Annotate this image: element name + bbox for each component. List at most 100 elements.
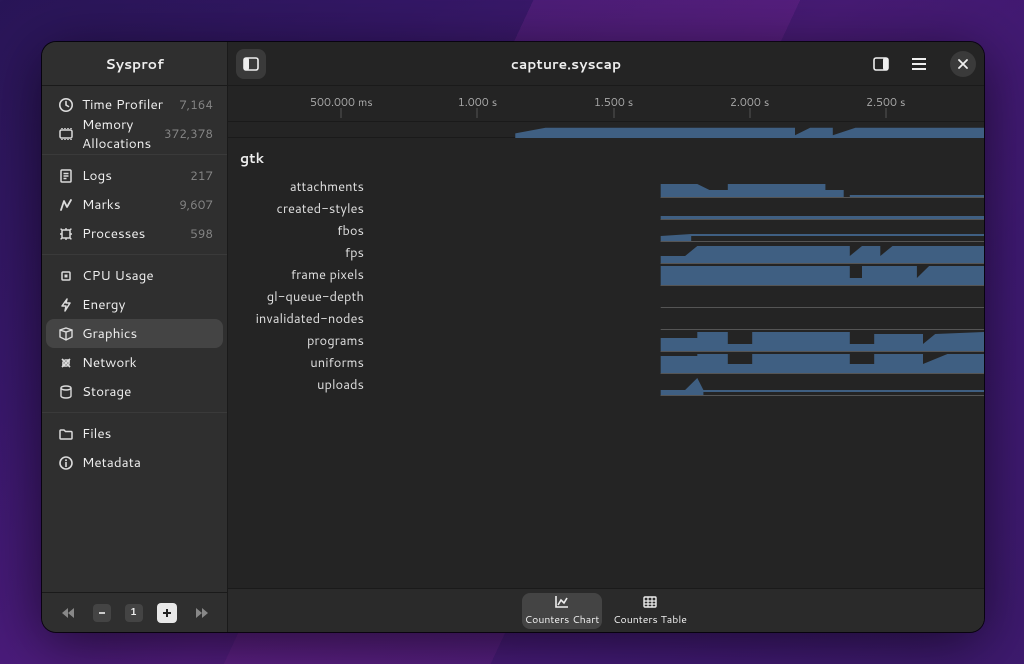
sidebar-item-label: Time Profiler [82,95,179,114]
cpu-icon [56,268,76,284]
graphics-icon [56,326,76,342]
logs-icon [56,168,76,184]
counter-row[interactable]: invalidated-nodes [228,308,984,330]
sidebar-item-memory-allocations[interactable]: Memory Allocations372,378 [46,119,223,148]
view-counters-chart[interactable]: Counters Chart [522,593,602,629]
sidebar-nav: Time Profiler7,164 Memory Allocations372,… [42,86,227,592]
meta-icon [56,455,76,471]
app-window: Sysprof Time Profiler7,164 Memory Allocat… [42,42,984,632]
chart-icon [554,594,570,613]
ruler-tick-mark [477,108,478,118]
ruler-tick-mark [613,108,614,118]
sidebar-item-label: Storage [82,382,213,401]
secondary-panel-button[interactable] [866,49,896,79]
counter-label: created-styles [228,200,374,218]
sidebar-item-network[interactable]: Network [46,348,223,377]
zoom-in-button[interactable] [157,603,177,623]
document-title: capture.syscap [266,54,866,74]
counter-row[interactable]: fbos [228,220,984,242]
sidebar-item-processes[interactable]: Processes598 [46,219,223,248]
ruler-tick-mark [749,108,750,118]
table-icon [642,594,658,613]
sidebar-item-count: 598 [190,225,213,242]
ruler-tick-mark [885,108,886,118]
storage-icon [56,384,76,400]
sidebar-item-energy[interactable]: Energy [46,290,223,319]
clock-icon [56,97,76,113]
sidebar-item-label: Logs [82,166,190,185]
sidebar-item-files[interactable]: Files [46,419,223,448]
sidebar-item-marks[interactable]: Marks9,607 [46,190,223,219]
zoom-reset-button[interactable]: 1 [125,604,143,622]
counter-label: uniforms [228,354,374,372]
counter-row[interactable]: programs [228,330,984,352]
memory-icon [56,126,76,142]
toggle-sidebar-button[interactable] [236,49,266,79]
files-icon [56,426,76,442]
sidebar: Sysprof Time Profiler7,164 Memory Allocat… [42,42,228,632]
sidebar-item-label: Graphics [82,324,213,343]
seek-forward-fast-button[interactable] [191,603,211,623]
menu-button[interactable] [904,49,934,79]
sidebar-item-label: Metadata [82,453,213,472]
view-label: Counters Chart [525,613,600,627]
network-icon [56,355,76,371]
sidebar-item-graphics[interactable]: Graphics [46,319,223,348]
counter-graph [374,176,984,198]
view-label: Counters Table [613,613,687,627]
sidebar-toolbar: 1 [42,592,227,632]
counter-graph [374,330,984,352]
counter-label: fps [228,244,374,262]
counter-label: gl-queue-depth [228,288,374,306]
counter-graph [374,286,984,308]
sidebar-item-metadata[interactable]: Metadata [46,448,223,477]
timeline-ruler[interactable]: 500.000 ms1.000 s1.500 s2.000 s2.500 s [228,86,984,122]
counter-label: uploads [228,376,374,394]
sidebar-item-count: 217 [190,167,213,184]
view-counters-table[interactable]: Counters Table [610,593,690,629]
headerbar: capture.syscap [228,42,984,86]
sidebar-item-count: 7,164 [179,96,213,113]
counter-graph [374,242,984,264]
sidebar-item-label: Processes [82,224,190,243]
view-switcher: Counters Chart Counters Table [228,588,984,632]
counter-row[interactable]: created-styles [228,198,984,220]
zoom-out-button[interactable] [93,604,111,622]
counter-label: invalidated-nodes [228,310,374,328]
energy-icon [56,297,76,313]
sidebar-item-label: Marks [82,195,179,214]
counter-row[interactable]: uploads [228,374,984,396]
counters-chart-area[interactable]: gtk attachments created-styles fbos fps fram… [228,138,984,588]
sidebar-item-label: Energy [82,295,213,314]
counter-label: frame pixels [228,266,374,284]
counter-graph [374,352,984,374]
counter-label: programs [228,332,374,350]
counter-graph [374,220,984,242]
sidebar-item-storage[interactable]: Storage [46,377,223,406]
counter-group-header: gtk [228,138,984,176]
close-button[interactable] [950,51,976,77]
counter-graph [374,374,984,396]
seek-back-fast-button[interactable] [59,603,79,623]
counter-row[interactable]: fps [228,242,984,264]
counter-label: attachments [228,178,374,196]
sidebar-item-count: 9,607 [179,196,213,213]
marks-icon [56,197,76,213]
counter-row[interactable]: attachments [228,176,984,198]
sidebar-item-label: Network [82,353,213,372]
counter-graph [374,198,984,220]
counter-row[interactable]: uniforms [228,352,984,374]
counter-graph [374,308,984,330]
counter-row[interactable]: frame pixels [228,264,984,286]
counter-label: fbos [228,222,374,240]
sidebar-item-logs[interactable]: Logs217 [46,161,223,190]
main-pane: capture.syscap 500.000 ms1.000 s1.500 s2… [228,42,984,632]
sidebar-item-label: CPU Usage [82,266,213,285]
counter-row[interactable]: gl-queue-depth [228,286,984,308]
counter-graph [374,264,984,286]
sidebar-item-label: Files [82,424,213,443]
sidebar-item-cpu-usage[interactable]: CPU Usage [46,261,223,290]
overview-graph[interactable] [228,122,984,138]
app-title: Sysprof [42,42,227,86]
ruler-tick-mark [341,108,342,118]
